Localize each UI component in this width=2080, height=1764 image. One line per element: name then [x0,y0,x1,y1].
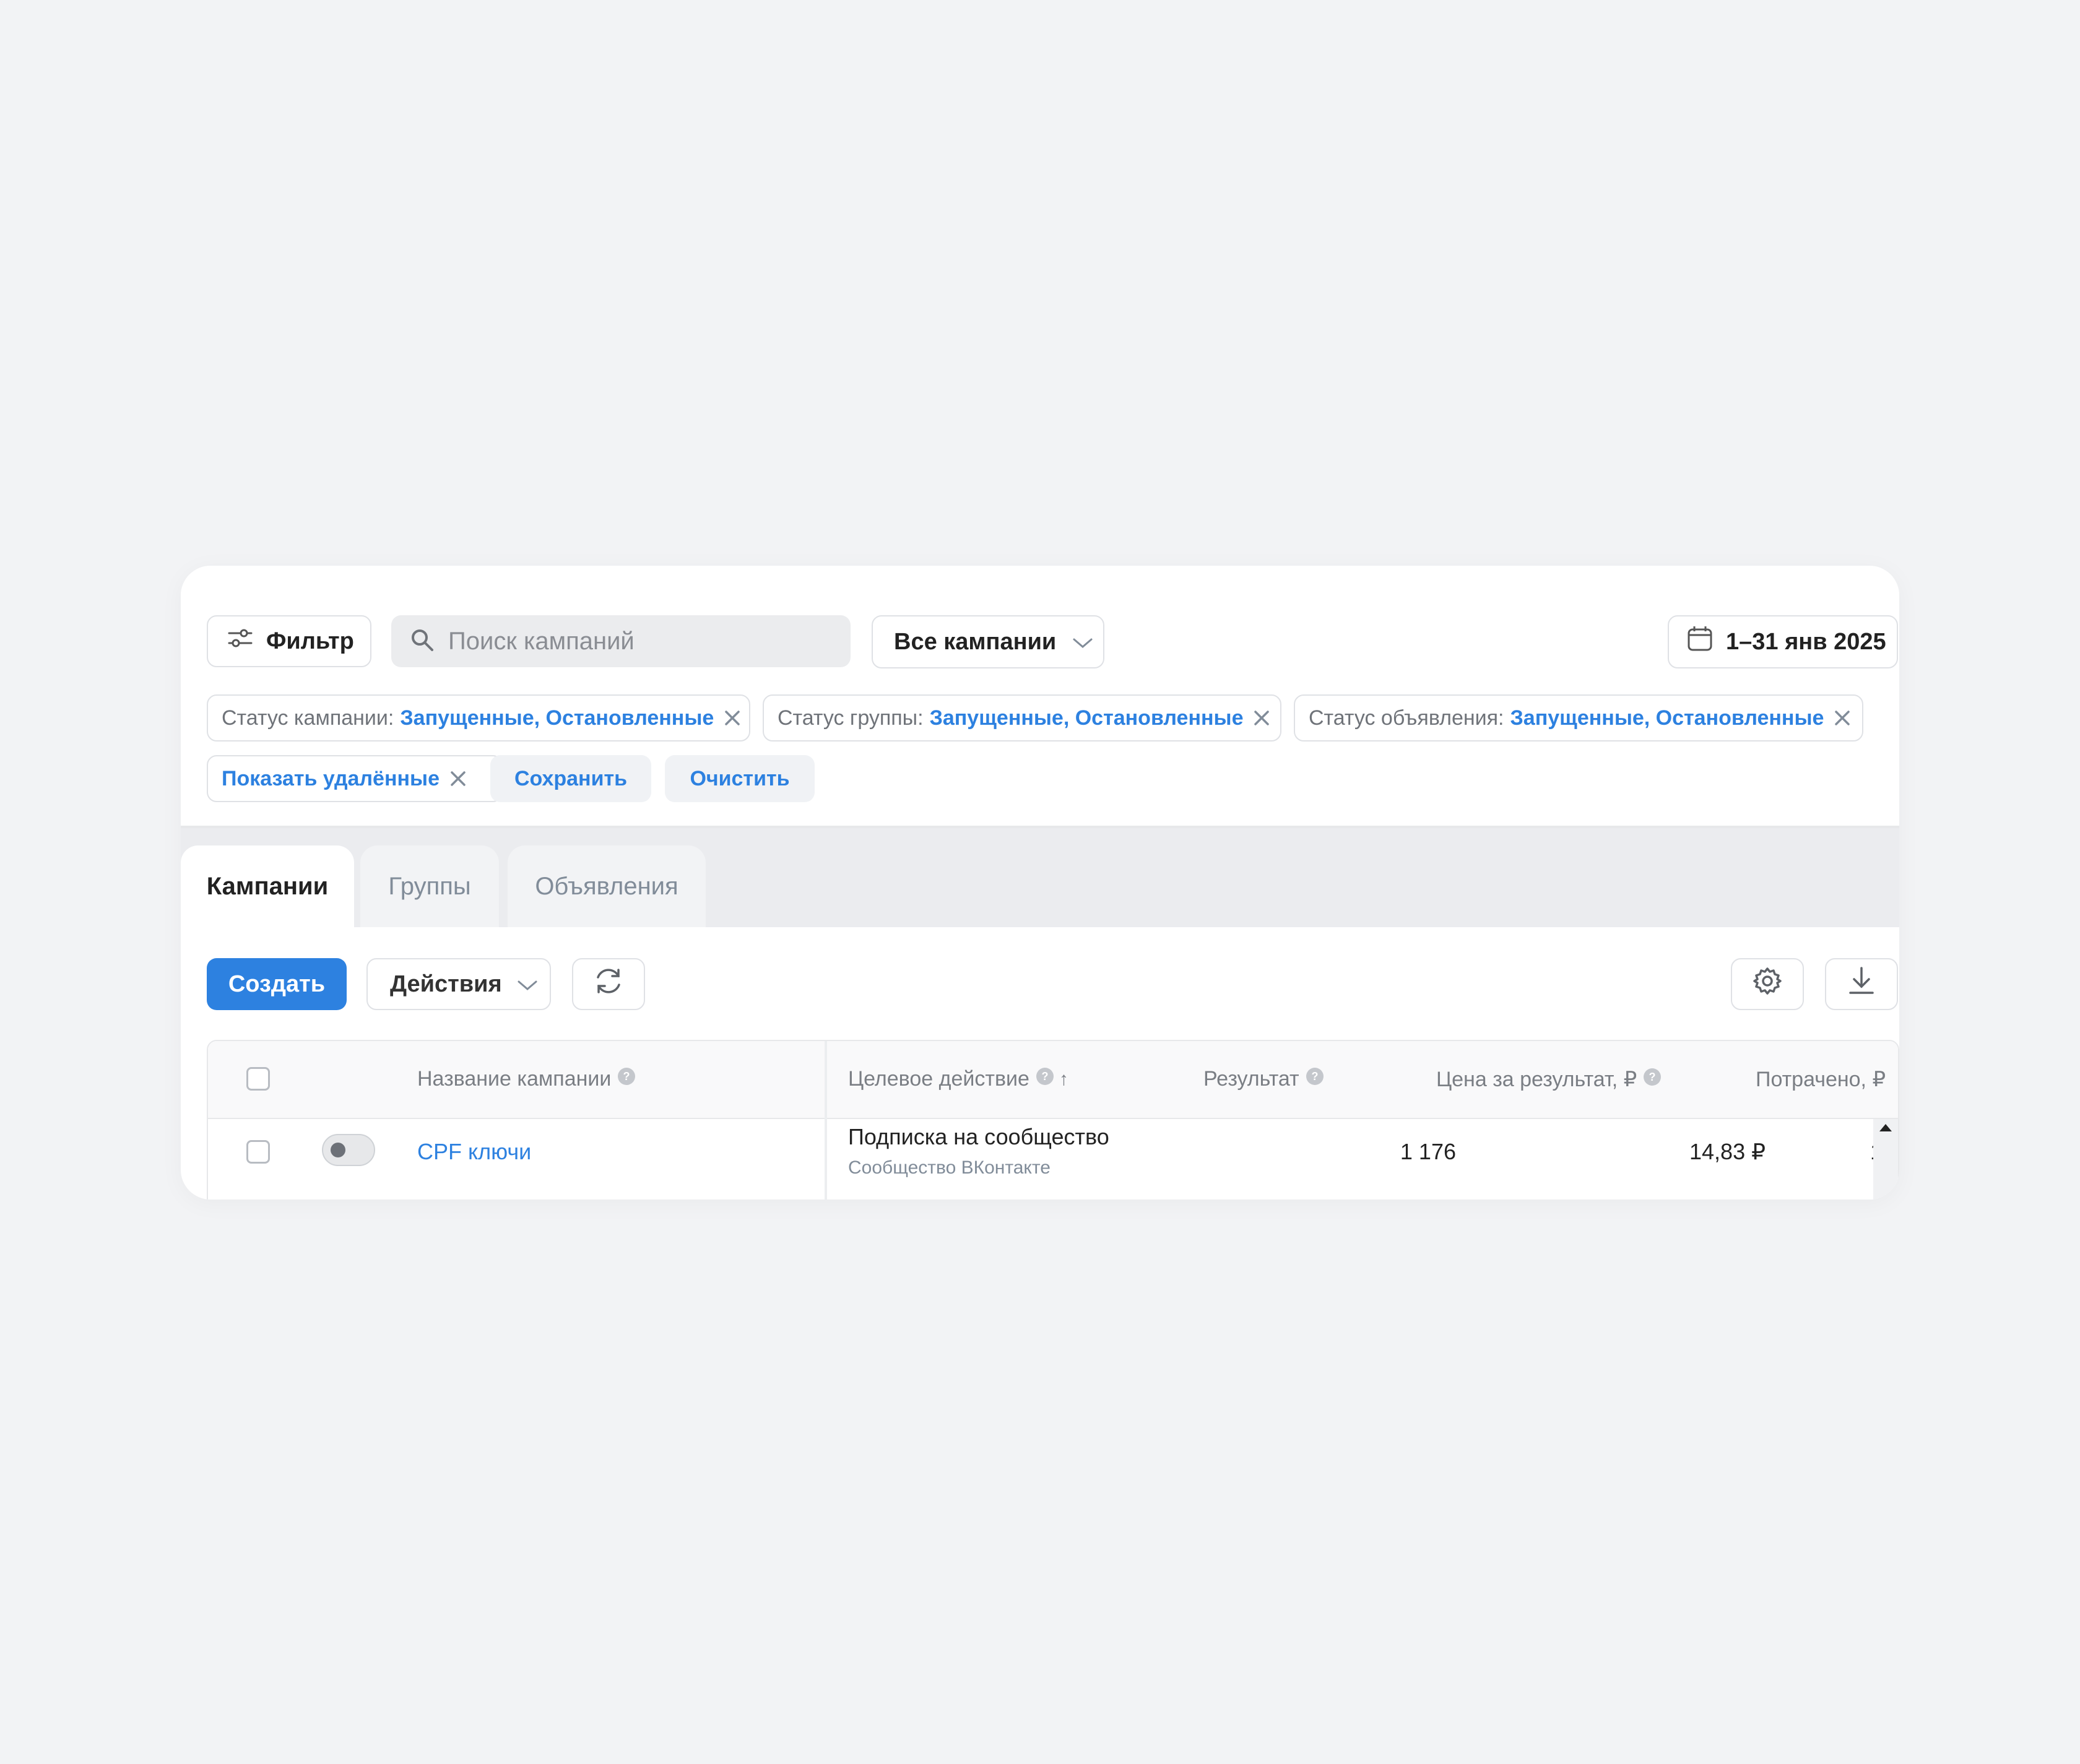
tab-campaigns[interactable]: Кампании [181,845,354,927]
col-label: Целевое действие [848,1067,1029,1091]
table-toolbar: Создать Действия [181,927,1899,1032]
actions-label: Действия [390,971,502,997]
campaign-name-link[interactable]: CPF ключи [417,1139,531,1165]
col-result[interactable]: Результат ? [1203,1067,1324,1091]
tab-groups[interactable]: Группы [360,845,499,927]
chip-label: Статус группы: [778,706,924,730]
col-price[interactable]: Цена за результат, ₽ ? [1436,1067,1662,1092]
close-icon[interactable] [724,709,741,727]
help-icon[interactable]: ? [617,1067,636,1091]
svg-text:?: ? [1311,1070,1318,1083]
campaign-toggle[interactable] [322,1134,375,1166]
filter-panel: Фильтр Все кампании 1–31 янв 2025 Статус… [181,566,1899,828]
chip-show-deleted: Показать удалённые [207,755,503,802]
filter-label: Фильтр [266,628,354,654]
chip-ad-status: Статус объявления: Запущенные, Остановле… [1294,694,1863,741]
refresh-button[interactable] [572,958,645,1010]
column-divider [825,1041,827,1200]
chip-label: Статус объявления: [1309,706,1504,730]
date-range-button[interactable]: 1–31 янв 2025 [1668,615,1898,668]
clear-filter-button[interactable]: Очистить [665,755,815,802]
chip-campaign-status: Статус кампании: Запущенные, Остановленн… [207,694,750,741]
tabs-bar: Кампании Группы Объявления [181,828,1899,927]
refresh-icon [592,965,625,1003]
sort-indicator: ↑ [1059,1068,1068,1089]
chevron-down-icon [1072,629,1093,655]
col-target-action[interactable]: Целевое действие ? ↑ [848,1067,1068,1091]
create-button[interactable]: Создать [207,958,347,1010]
chevron-down-icon [517,971,538,998]
select-all-checkbox[interactable] [246,1067,270,1091]
filter-button[interactable]: Фильтр [207,615,371,667]
campaigns-dropdown[interactable]: Все кампании [872,615,1104,668]
chip-value[interactable]: Запущенные, Остановленные [400,706,714,730]
scroll-up-icon[interactable] [1873,1124,1898,1140]
sliders-icon [228,627,253,655]
table-header: Название кампании ? Целевое действие ? ↑… [208,1041,1898,1119]
settings-button[interactable] [1731,958,1804,1010]
tab-ads[interactable]: Объявления [508,845,706,927]
campaigns-table: Название кампании ? Целевое действие ? ↑… [207,1040,1899,1200]
col-label: Результат [1203,1067,1299,1091]
target-action: Подписка на сообщество [848,1124,1109,1149]
result-value: 1 176 [1400,1139,1456,1164]
search-input[interactable] [447,626,833,656]
gear-icon [1752,966,1783,1003]
campaigns-card: Фильтр Все кампании 1–31 янв 2025 Статус… [181,566,1899,1200]
close-icon[interactable] [449,770,467,787]
save-filter-button[interactable]: Сохранить [490,755,651,802]
svg-text:?: ? [1041,1070,1048,1083]
chip-group-status: Статус группы: Запущенные, Остановленные [763,694,1281,741]
col-label: Цена за результат, ₽ [1436,1068,1637,1091]
campaigns-dropdown-label: Все кампании [894,628,1057,655]
col-label: Потрачено, ₽ [1756,1068,1886,1091]
search-icon [410,628,435,655]
close-icon[interactable] [1834,709,1851,727]
scrollbar[interactable] [1873,1119,1898,1200]
col-label: Название кампании [417,1067,612,1091]
spent-value: 17 444,99 ₽ [1694,1139,1898,1165]
help-icon[interactable]: ? [1643,1068,1662,1092]
close-icon[interactable] [1253,709,1270,727]
row-checkbox[interactable] [246,1140,270,1164]
chip-value[interactable]: Запущенные, Остановленные [1510,706,1824,730]
col-spent[interactable]: Потрачено, ₽ [1756,1067,1886,1092]
help-icon[interactable]: ? [1036,1067,1054,1091]
svg-text:?: ? [1649,1071,1656,1083]
svg-text:?: ? [623,1070,630,1083]
actions-dropdown[interactable]: Действия [366,958,551,1010]
download-button[interactable] [1825,958,1898,1010]
calendar-icon [1686,625,1714,659]
date-range-label: 1–31 янв 2025 [1726,628,1886,655]
chip-label: Статус кампании: [222,706,394,730]
search-field[interactable] [391,615,851,667]
help-icon[interactable]: ? [1306,1067,1324,1091]
target-action-sub: Сообщество ВКонтакте [848,1157,1051,1178]
download-icon [1847,966,1876,1003]
toggle-knob [331,1143,345,1157]
chip-value[interactable]: Показать удалённые [222,767,440,791]
col-campaign-name[interactable]: Название кампании ? [417,1067,636,1091]
chip-value[interactable]: Запущенные, Остановленные [930,706,1244,730]
